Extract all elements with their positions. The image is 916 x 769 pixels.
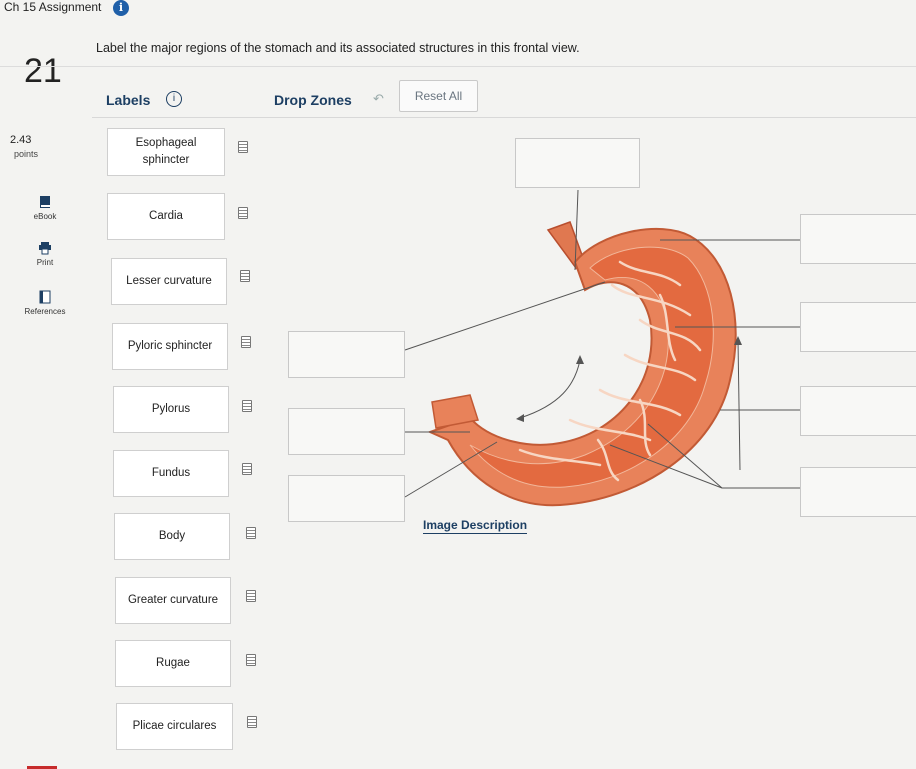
drop-zone-5[interactable] xyxy=(800,386,916,436)
drop-zone-2[interactable] xyxy=(800,214,916,264)
drop-zone-6[interactable] xyxy=(288,408,405,455)
drop-zone-8[interactable] xyxy=(288,475,405,522)
drop-zone-1[interactable] xyxy=(515,138,640,188)
stomach-diagram xyxy=(404,189,800,507)
drop-zone-7[interactable] xyxy=(800,467,916,517)
drop-zone-4[interactable] xyxy=(288,331,405,378)
drop-zone-3[interactable] xyxy=(800,302,916,352)
image-description-link[interactable]: Image Description xyxy=(423,518,528,534)
